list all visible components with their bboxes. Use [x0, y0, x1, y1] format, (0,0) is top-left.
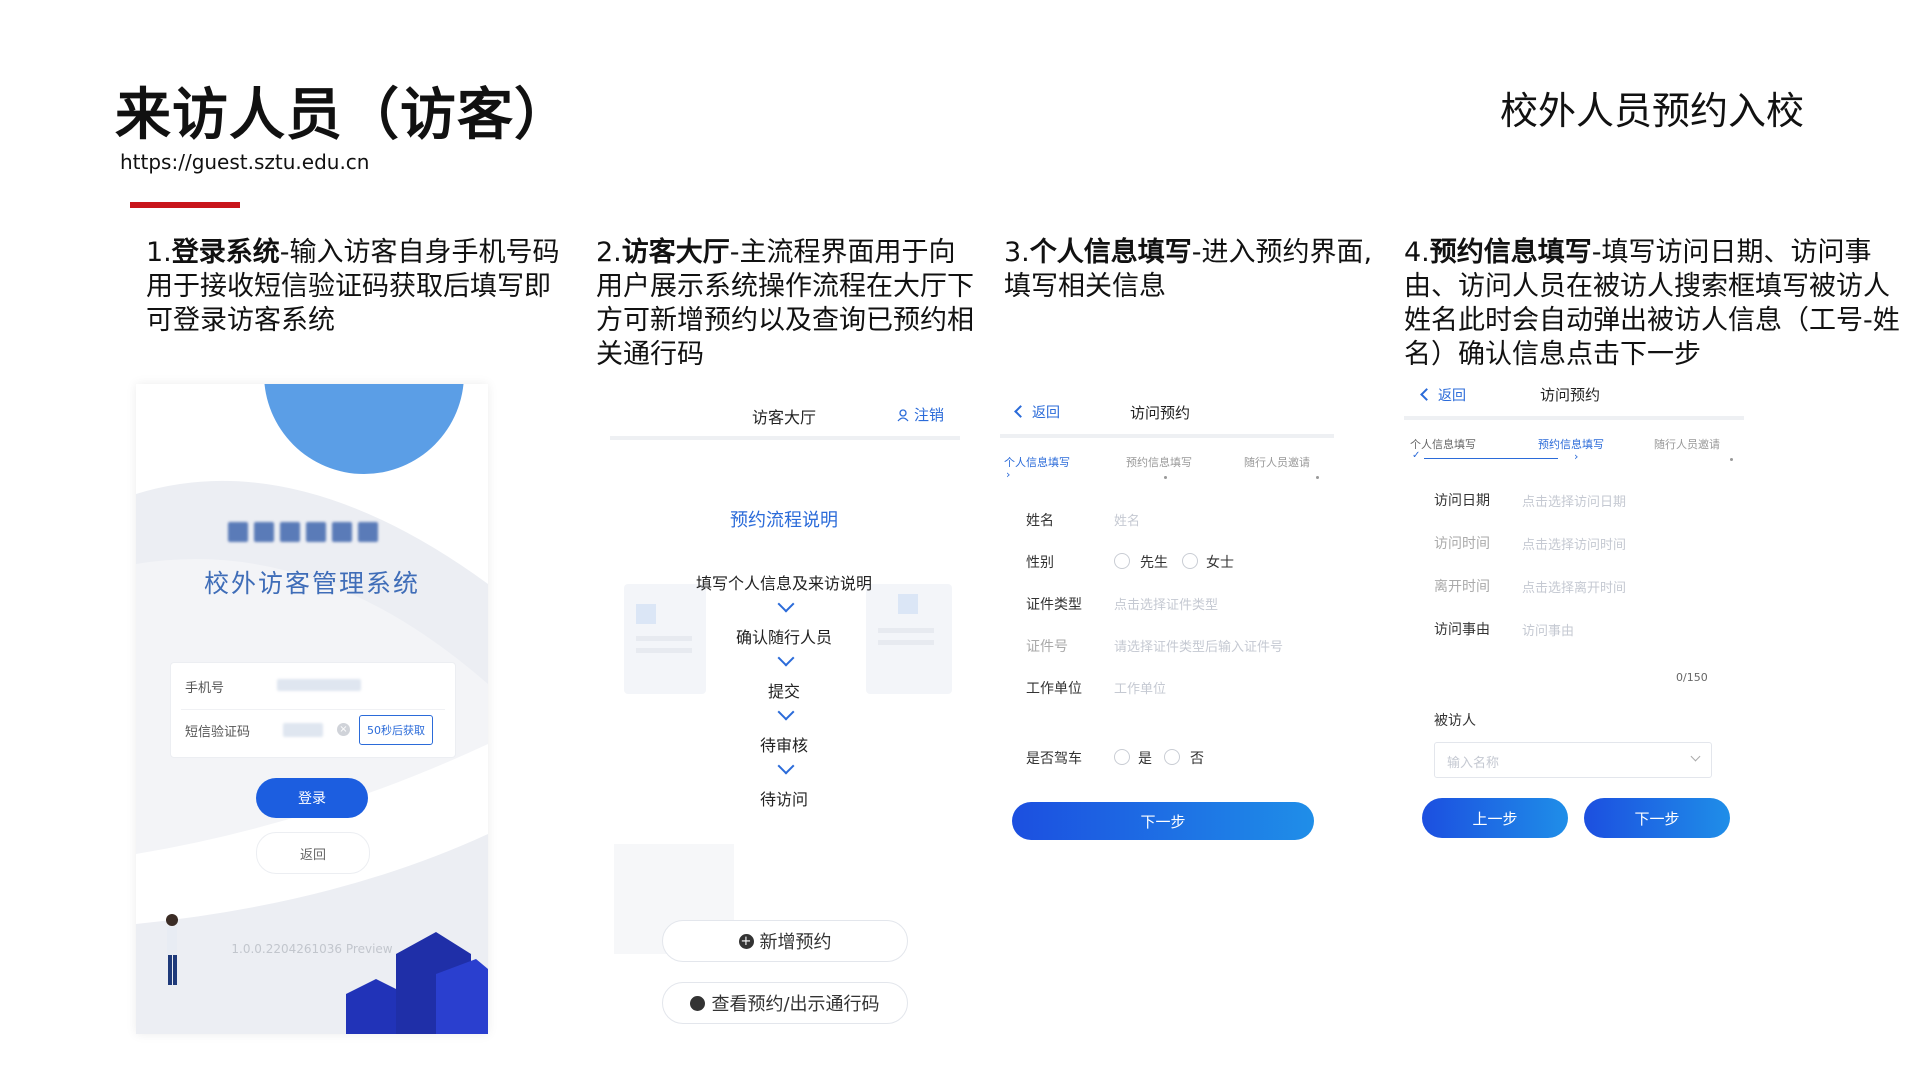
logout-link[interactable]: 注销: [896, 404, 944, 425]
site-url: https://guest.sztu.edu.cn: [120, 150, 370, 174]
visitor-hall-screen: 访客大厅 注销 预约流程说明 填写个人信息及来访说明 确认随行人员 提交 待审核…: [606, 384, 962, 1034]
step-dot: [1316, 476, 1319, 479]
visit-time-input[interactable]: 点击选择访问时间: [1522, 534, 1626, 553]
step-2-description: 2.访客大厅-主流程界面用于向用户展示系统操作流程在大厅下方可新增预约以及查询已…: [596, 236, 976, 372]
accent-divider: [130, 202, 240, 208]
back-link[interactable]: 返回: [1438, 385, 1466, 405]
next-button[interactable]: 下一步: [1012, 802, 1314, 840]
driving-yes-label: 是: [1138, 751, 1152, 767]
step-number: 1.: [146, 237, 172, 268]
tab-companion-invite[interactable]: 随行人员邀请: [1654, 436, 1720, 452]
work-unit-input[interactable]: 工作单位: [1114, 678, 1166, 697]
step-4-description: 4.预约信息填写-填写访问日期、访问事由、访问人员在被访人搜索框填写被访人姓名此…: [1404, 236, 1914, 372]
gender-female-radio[interactable]: [1182, 553, 1198, 569]
step-name: 个人信息填写: [1029, 237, 1192, 268]
clear-icon[interactable]: ×: [337, 723, 350, 736]
host-search-placeholder: 输入名称: [1447, 756, 1500, 771]
clock-icon: [690, 995, 706, 1011]
booking-info-screen: 返回 访问预约 个人信息填写 预约信息填写 随行人员邀请 ✓ › 访问日期 点击…: [1404, 378, 1744, 1034]
flow-step-1: 填写个人信息及来访说明: [695, 574, 872, 593]
gender-female-label: 女士: [1206, 555, 1234, 571]
screen-title: 访问预约: [1130, 404, 1191, 422]
step-number: 3.: [1004, 237, 1030, 268]
step-name: 预约信息填写: [1429, 237, 1592, 268]
id-number-input[interactable]: 请选择证件类型后输入证件号: [1114, 636, 1283, 655]
flow-step-2: 确认随行人员: [735, 628, 832, 647]
chevron-right-icon: ›: [1574, 450, 1579, 463]
chevron-left-icon[interactable]: [1014, 405, 1027, 418]
step-number: 2.: [596, 237, 622, 268]
work-unit-label: 工作单位: [1026, 681, 1082, 697]
logout-label: 注销: [914, 406, 945, 424]
page-title: 来访人员（访客）: [115, 83, 571, 148]
visit-date-label: 访问日期: [1434, 493, 1490, 509]
visit-reason-textarea[interactable]: 访问事由: [1522, 620, 1574, 639]
view-appointment-label: 查看预约/出示通行码: [711, 994, 880, 1015]
back-link[interactable]: 返回: [1032, 402, 1060, 422]
user-icon: [897, 408, 909, 421]
name-input[interactable]: 姓名: [1114, 510, 1140, 529]
id-type-select[interactable]: 点击选择证件类型: [1114, 594, 1218, 613]
driving-yes-radio[interactable]: [1114, 749, 1130, 765]
step-1-description: 1.登录系统-输入访客自身手机号码用于接收短信验证码获取后填写即可登录访客系统: [146, 236, 576, 338]
new-appointment-label: 新增预约: [759, 932, 832, 953]
login-button[interactable]: 登录: [256, 778, 368, 818]
chevron-right-icon: ›: [1006, 468, 1011, 481]
flow-step-5: 待访问: [759, 790, 808, 809]
leave-time-input[interactable]: 点击选择离开时间: [1522, 577, 1626, 596]
prev-button[interactable]: 上一步: [1422, 798, 1568, 838]
check-icon: ✓: [1412, 450, 1421, 461]
section-subtitle: 校外人员预约入校: [1500, 89, 1805, 133]
flow-section-title: 预约流程说明: [730, 510, 838, 531]
visit-date-input[interactable]: 点击选择访问日期: [1522, 491, 1626, 510]
id-type-label: 证件类型: [1026, 597, 1082, 613]
tab-booking-info[interactable]: 预约信息填写: [1538, 436, 1604, 452]
step-number: 4.: [1404, 237, 1430, 268]
visit-reason-label: 访问事由: [1434, 622, 1490, 638]
step-dot: [1730, 458, 1733, 461]
gender-label: 性别: [1026, 555, 1054, 571]
gender-male-label: 先生: [1140, 555, 1168, 571]
chevron-down-icon: [1690, 751, 1701, 762]
next-button[interactable]: 下一步: [1584, 798, 1730, 838]
phone-input[interactable]: [277, 679, 361, 691]
phone-label: 手机号: [185, 681, 225, 696]
tab-booking-info[interactable]: 预约信息填写: [1126, 454, 1192, 470]
back-button[interactable]: 返回: [256, 832, 370, 874]
char-counter: 0/150: [1676, 671, 1708, 684]
version-text: 1.0.0.2204261036 Preview: [231, 942, 393, 956]
step-name: 登录系统: [171, 237, 280, 268]
personal-info-screen: 返回 访问预约 个人信息填写 预约信息填写 随行人员邀请 › 姓名 姓名 性别 …: [1000, 384, 1334, 1034]
new-appointment-button[interactable]: + 新增预约: [662, 920, 908, 962]
logo-blurred: [228, 522, 378, 542]
host-search-input[interactable]: 输入名称: [1434, 742, 1712, 778]
gender-male-radio[interactable]: [1114, 553, 1130, 569]
step-3-description: 3.个人信息填写-进入预约界面,填写相关信息: [1004, 236, 1384, 304]
plus-circle-icon: +: [738, 933, 754, 949]
progress-line: [1424, 458, 1558, 459]
driving-no-label: 否: [1190, 751, 1204, 767]
step-name: 访客大厅: [621, 237, 730, 268]
tab-personal-info[interactable]: 个人信息填写: [1004, 454, 1070, 470]
leave-time-label: 离开时间: [1434, 579, 1490, 595]
tab-companion-invite[interactable]: 随行人员邀请: [1244, 454, 1310, 470]
visit-time-label: 访问时间: [1434, 536, 1490, 552]
sms-input[interactable]: [283, 723, 323, 737]
sms-label: 短信验证码: [185, 725, 251, 740]
name-label: 姓名: [1026, 513, 1054, 529]
view-appointment-button[interactable]: 查看预约/出示通行码: [662, 982, 908, 1024]
flow-step-3: 提交: [767, 682, 800, 701]
login-screen: 校外访客管理系统 手机号 短信验证码 × 50秒后获取 登录 返回 1.0.0.…: [136, 384, 488, 1034]
flow-step-4: 待审核: [759, 736, 808, 755]
system-name: 校外访客管理系统: [203, 569, 420, 598]
host-label: 被访人: [1434, 713, 1476, 729]
chevron-left-icon[interactable]: [1420, 388, 1433, 401]
resend-sms-button[interactable]: 50秒后获取: [359, 715, 433, 745]
login-form: 手机号 短信验证码 × 50秒后获取: [170, 662, 456, 758]
id-number-label: 证件号: [1026, 639, 1068, 655]
screen-title: 访问预约: [1540, 386, 1601, 404]
step-dot: [1164, 476, 1167, 479]
driving-no-radio[interactable]: [1164, 749, 1180, 765]
driving-label: 是否驾车: [1026, 751, 1082, 767]
